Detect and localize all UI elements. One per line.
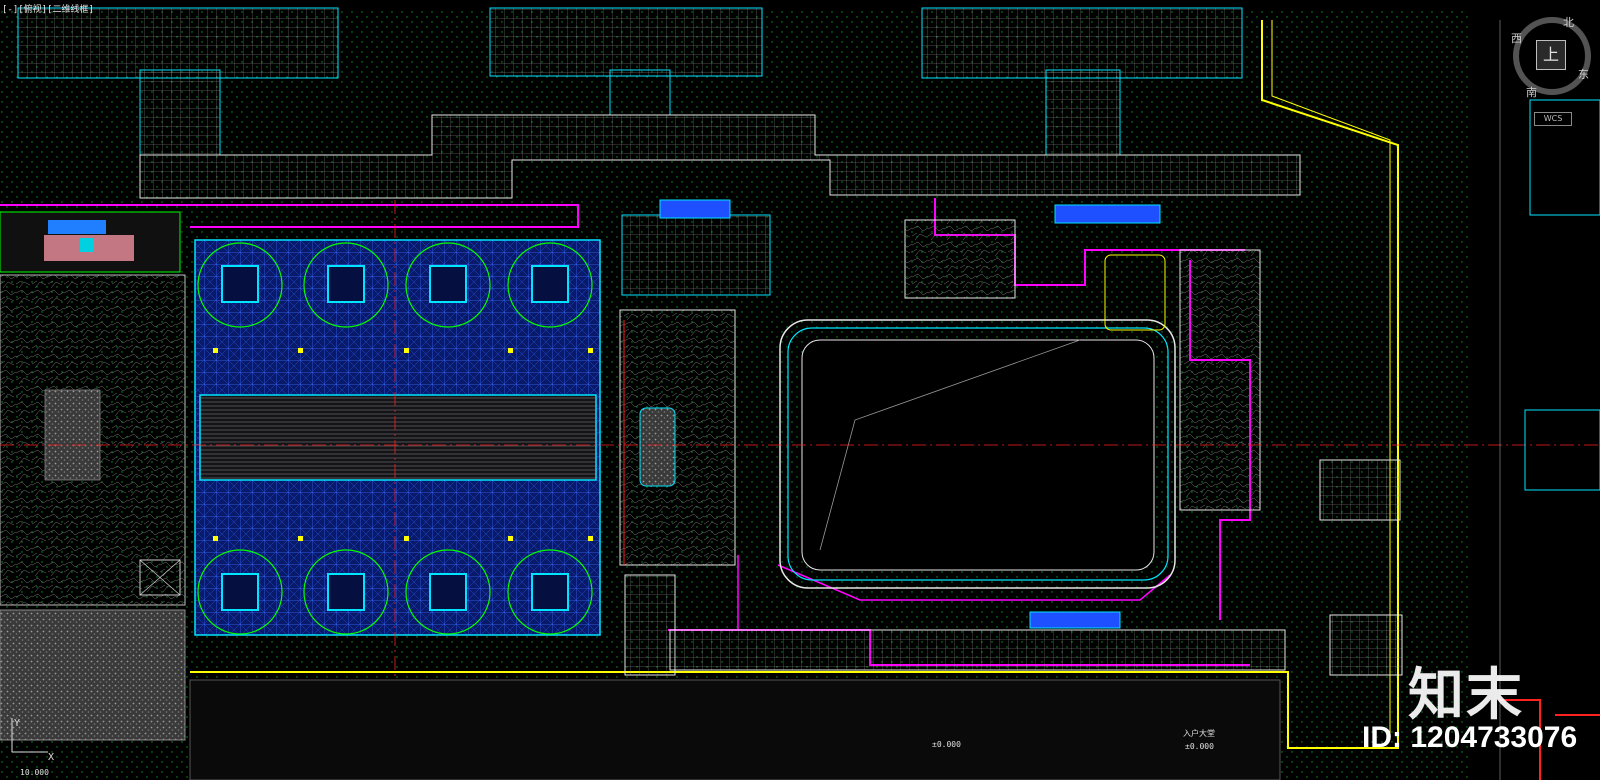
viewcube-east[interactable]: 东 bbox=[1578, 66, 1589, 82]
viewcube-top-face[interactable]: 上 bbox=[1536, 40, 1566, 70]
viewcube-north[interactable]: 北 bbox=[1563, 14, 1574, 30]
viewcube-west[interactable]: 西 bbox=[1511, 30, 1522, 46]
cad-drawing-canvas[interactable] bbox=[0, 0, 1600, 780]
pool-water bbox=[801, 339, 1155, 571]
elevation-label-left: ±0.000 bbox=[932, 740, 961, 749]
pavilion-area bbox=[1179, 249, 1261, 511]
ucs-y-label: Y bbox=[14, 718, 21, 729]
ucs-x-label: X bbox=[48, 752, 55, 763]
viewcube-south[interactable]: 南 bbox=[1526, 84, 1537, 100]
elevation-label-right: ±0.000 bbox=[1185, 742, 1214, 751]
entrance-label: 入户大堂 bbox=[1183, 729, 1215, 738]
viewport-controls-label[interactable]: [-][俯视][二维线框] bbox=[2, 2, 94, 15]
wcs-menu[interactable]: WCS bbox=[1534, 112, 1572, 126]
watermark-logo: 知末 bbox=[1408, 663, 1524, 728]
watermark-id: ID: 1204733076 bbox=[1362, 721, 1578, 754]
plaza-stripe-band bbox=[199, 394, 597, 481]
gravel-area bbox=[0, 609, 186, 741]
stone-walkway bbox=[619, 309, 736, 566]
bottom-dimension: 10.000 bbox=[20, 768, 49, 777]
bottom-walkway bbox=[669, 629, 1286, 671]
